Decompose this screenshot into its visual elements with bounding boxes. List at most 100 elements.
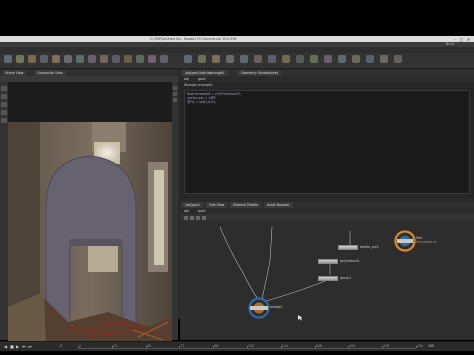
end-frame-field[interactable]: 240 [428,344,434,348]
close-icon[interactable]: ✕ [466,37,471,42]
path-crumb-geo1[interactable]: geo1 [198,77,206,81]
timeline-tick-label: 168 [315,344,322,348]
camera-tool-icon[interactable] [184,55,192,63]
view-options-icon[interactable] [202,215,206,220]
maximize-icon[interactable]: □ [459,37,464,42]
node-body [338,245,358,250]
code-line: @Cd = set(1,0,0); [187,100,216,104]
parameter-editor: Wrangle wrangle1 float threshold = chf("… [180,82,474,198]
arch-window-opening [88,244,118,272]
stop-icon[interactable]: ■ [10,344,14,349]
wire [219,226,259,300]
shelf-toolbar [0,53,474,69]
platonic-tool-icon[interactable] [148,55,156,63]
node-name: delete_arch [360,245,379,249]
stereo-camera-tool-icon[interactable] [366,55,374,63]
ambient-light-tool-icon[interactable] [352,55,360,63]
rotate-tool-icon[interactable] [1,102,7,107]
window-title: C:/TMP/Untitled.hip - Houdini FX Commerc… [150,36,237,41]
timeline-tick-label: 144 [281,344,288,348]
node-name: group1 [340,276,352,280]
geometry-light-tool-icon[interactable] [240,55,248,63]
merge-node-icon [248,297,270,319]
area-light-tool-icon[interactable] [226,55,234,63]
jump-start-icon[interactable]: ⏮ [22,344,26,349]
gi-light-tool-icon[interactable] [310,55,318,63]
viewport-display-strip [172,82,178,340]
grid-tool-icon[interactable] [52,55,60,63]
vex-code-editor[interactable]: float threshold = chf("threshold"); vect… [184,90,470,194]
node-header: Wrangle wrangle1 [184,83,213,87]
spray-paint-tool-icon[interactable] [124,55,132,63]
desktop-selector[interactable]: Build [446,42,454,46]
timeline-tick-label: 192 [349,344,356,348]
sphere-tool-icon[interactable] [16,55,24,63]
timeline-track[interactable]: 1 24 48 72 96 120 144 168 192 216 240 [78,344,423,349]
layout-icon[interactable] [190,215,194,220]
point-light-tool-icon[interactable] [198,55,206,63]
timeline-tick-label: 216 [383,344,390,348]
jump-end-icon[interactable]: ⏭ [28,344,32,349]
volume-light-tool-icon[interactable] [254,55,262,63]
scale-tool-icon[interactable] [1,110,7,115]
network-toolbar [180,214,474,221]
node-subtitle: Intro.bgeo.sc [416,240,437,244]
tube-tool-icon[interactable] [28,55,36,63]
scene-viewport[interactable]: Scene View Composite View [0,70,178,344]
lsystem-tool-icon[interactable] [160,55,168,63]
spot-light-tool-icon[interactable] [212,55,220,63]
path-crumb-obj[interactable]: obj [184,209,189,213]
grid-icon[interactable] [196,215,200,220]
display-options-icon[interactable] [173,86,177,90]
scene-render [8,122,172,344]
timeline-tick-label: 48 [146,344,151,348]
path-crumb-obj[interactable]: obj [184,77,189,81]
sky-light-tool-icon[interactable] [296,55,304,63]
switcher-tool-icon[interactable] [394,55,402,63]
node-body [318,259,338,264]
box-tool-icon[interactable] [4,55,12,63]
node-group[interactable]: group1 [318,276,358,286]
select-tool-icon[interactable] [1,86,7,91]
timeline-tick-label: 72 [180,344,185,348]
node-file[interactable]: file1 Intro.bgeo.sc [394,230,437,254]
node-polyreduce[interactable]: polyreduce1 [318,259,368,269]
node-body [318,276,338,281]
path-tool-icon[interactable] [112,55,120,63]
minimize-icon[interactable]: – [452,37,457,42]
torus-tool-icon[interactable] [40,55,48,63]
environment-light-tool-icon[interactable] [282,55,290,63]
right-doorway-light [154,170,164,265]
play-icon[interactable]: ▶ [16,344,19,349]
timeline-tick-label: 120 [248,344,255,348]
circle-tool-icon[interactable] [88,55,96,63]
timeline-tick-label: 240 [417,344,424,348]
lighting-icon[interactable] [173,98,177,102]
caustic-light-tool-icon[interactable] [324,55,332,63]
viewport-tool-strip [0,82,8,340]
current-frame-field[interactable]: 1 [60,344,62,348]
vr-camera-tool-icon[interactable] [380,55,388,63]
timeline-tick-label: 96 [214,344,219,348]
houdini-window: C:/TMP/Untitled.hip - Houdini FX Commerc… [0,36,474,351]
network-editor[interactable]: file1 Intro.bgeo.sc delete_arch polyredu… [180,221,474,340]
handle-tool-icon[interactable] [1,118,7,123]
mouse-cursor-icon [298,315,303,321]
viewport-toolbar [0,76,178,82]
curve-tool-icon[interactable] [100,55,108,63]
line-tool-icon[interactable] [76,55,84,63]
play-reverse-icon[interactable]: ◀ [4,344,7,349]
arch-inner-lintel [70,240,122,246]
move-tool-icon[interactable] [1,94,7,99]
node-delete[interactable]: delete_arch [338,245,388,255]
shading-mode-icon[interactable] [173,92,177,96]
font-tool-icon[interactable] [136,55,144,63]
playbar: ◀ ■ ▶ ⏮ ⏭ 1 1 24 48 72 96 120 144 168 192 216 240 … [0,341,474,351]
portal-light-tool-icon[interactable] [338,55,346,63]
path-crumb-geo1[interactable]: geo1 [198,209,206,213]
timeline-tick-label: 1 [79,344,82,348]
distant-light-tool-icon[interactable] [268,55,276,63]
node-merge[interactable]: merge1 [248,297,290,319]
null-tool-icon[interactable] [64,55,72,63]
add-icon[interactable] [184,215,188,220]
